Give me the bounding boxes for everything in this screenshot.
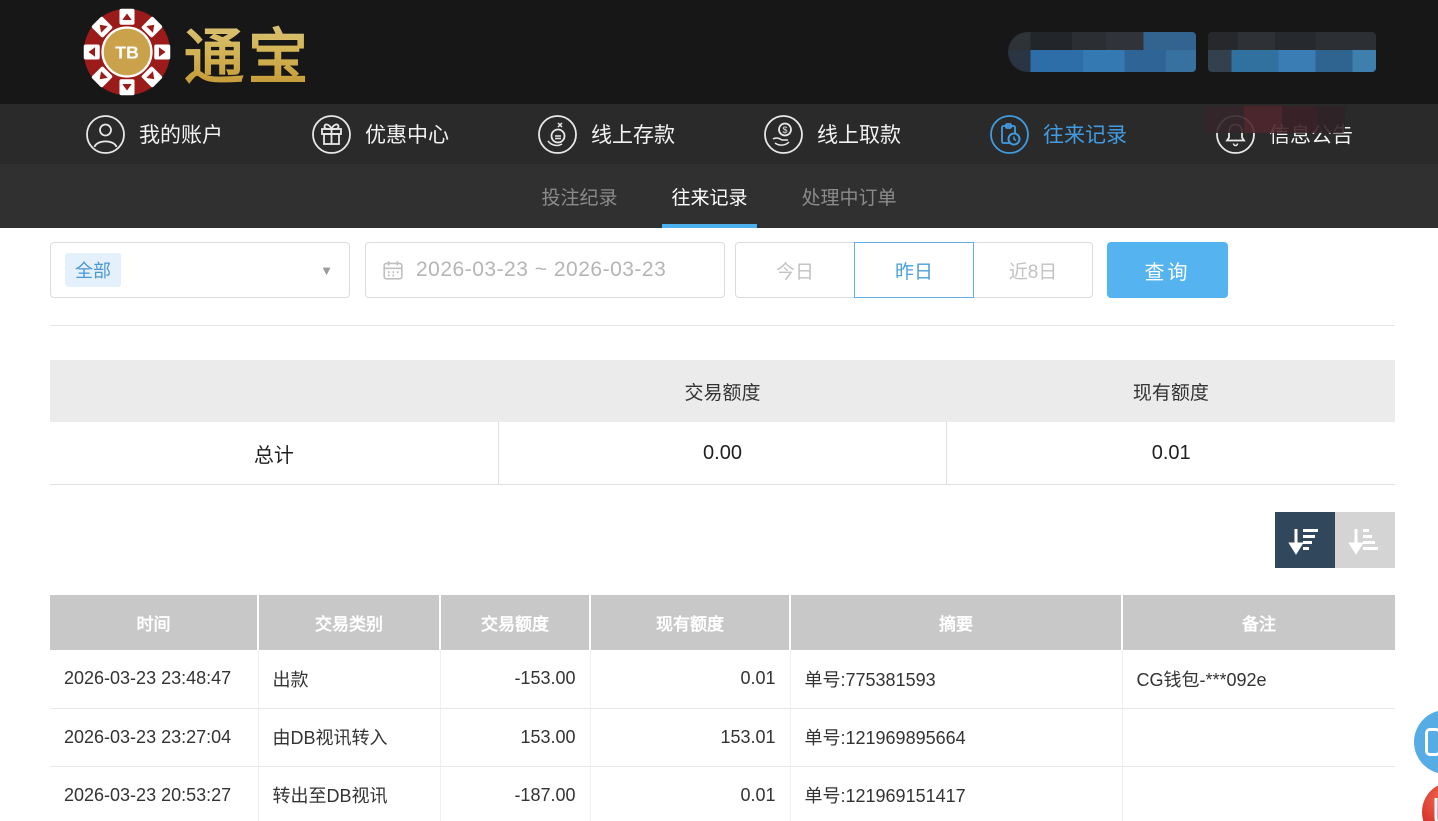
cell-summary: 单号:121969895664 bbox=[790, 708, 1122, 766]
app-shortcut-button[interactable] bbox=[1422, 782, 1438, 821]
cell-type: 由DB视讯转入 bbox=[258, 708, 440, 766]
cell-amount: -153.00 bbox=[440, 650, 590, 708]
col-header-time: 时间 bbox=[50, 595, 258, 650]
summary-total-row: 总计 0.00 0.01 bbox=[50, 422, 1395, 485]
nav-label: 往来记录 bbox=[1043, 119, 1127, 149]
record-tabbar: 投注纪录 往来记录 处理中订单 bbox=[0, 164, 1438, 228]
cell-type: 转出至DB视讯 bbox=[258, 766, 440, 821]
gift-icon bbox=[311, 114, 352, 155]
query-button[interactable]: 查询 bbox=[1107, 242, 1228, 298]
range-button-yesterday[interactable]: 昨日 bbox=[854, 242, 974, 298]
col-header-remark: 备注 bbox=[1122, 595, 1395, 650]
nav-label: 线上存款 bbox=[591, 119, 675, 149]
sort-descending-icon bbox=[1288, 523, 1322, 557]
cell-balance: 0.01 bbox=[590, 766, 790, 821]
sort-controls bbox=[1275, 512, 1395, 568]
nav-item-withdraw[interactable]: $ 线上取款 bbox=[763, 114, 901, 155]
cell-remark: CG钱包-***092e bbox=[1122, 650, 1395, 708]
date-range-value: 2026-03-23 ~ 2026-03-23 bbox=[416, 258, 666, 282]
nav-item-my-account[interactable]: 我的账户 bbox=[85, 114, 223, 155]
cell-amount: -187.00 bbox=[440, 766, 590, 821]
cell-time: 2026-03-23 20:53:27 bbox=[50, 766, 258, 821]
top-header: TB 通宝 bbox=[0, 0, 1438, 104]
table-row: 2026-03-23 23:27:04 由DB视讯转入 153.00 153.0… bbox=[50, 708, 1395, 766]
sort-descending-button[interactable] bbox=[1275, 512, 1335, 568]
withdraw-icon: $ bbox=[763, 114, 804, 155]
main-nav: 我的账户 优惠中心 线上存款 $ 线上取款 往来记录 bbox=[0, 104, 1438, 164]
cell-summary: 单号:775381593 bbox=[790, 650, 1122, 708]
sort-ascending-button[interactable] bbox=[1335, 512, 1395, 568]
cell-remark bbox=[1122, 766, 1395, 821]
summary-header-empty bbox=[50, 360, 498, 422]
sort-ascending-icon bbox=[1348, 523, 1382, 557]
brand-name: 通宝 bbox=[184, 9, 312, 96]
nav-item-records[interactable]: 往来记录 bbox=[989, 114, 1127, 155]
tab-processing-orders[interactable]: 处理中订单 bbox=[800, 164, 899, 228]
tab-betting-records[interactable]: 投注纪录 bbox=[539, 164, 619, 228]
chip-badge-text: TB bbox=[115, 43, 139, 63]
transactions-table: 时间 交易类别 交易额度 现有额度 摘要 备注 2026-03-23 23:48… bbox=[50, 595, 1395, 821]
table-header-row: 时间 交易类别 交易额度 现有额度 摘要 备注 bbox=[50, 595, 1395, 650]
user-icon bbox=[85, 114, 126, 155]
nav-label: 优惠中心 bbox=[365, 119, 449, 149]
blurred-balance bbox=[1208, 32, 1376, 72]
tab-transaction-records[interactable]: 往来记录 bbox=[669, 164, 749, 228]
blurred-username bbox=[1008, 32, 1196, 72]
app-logo-icon bbox=[1430, 796, 1438, 821]
date-range-input[interactable]: 2026-03-23 ~ 2026-03-23 bbox=[365, 242, 725, 298]
poker-chip-icon: TB bbox=[80, 5, 174, 99]
nav-label: 我的账户 bbox=[139, 119, 223, 149]
customer-service-button[interactable] bbox=[1414, 710, 1438, 774]
svg-text:$: $ bbox=[782, 125, 787, 135]
range-button-last8days[interactable]: 近8日 bbox=[973, 242, 1093, 298]
summary-header-transaction: 交易额度 bbox=[498, 360, 946, 422]
type-select-value: 全部 bbox=[65, 253, 121, 287]
cell-balance: 153.01 bbox=[590, 708, 790, 766]
col-header-amount: 交易额度 bbox=[440, 595, 590, 650]
deposit-icon bbox=[537, 114, 578, 155]
section-divider bbox=[50, 325, 1395, 326]
summary-total-label: 总计 bbox=[50, 422, 499, 484]
calendar-icon bbox=[382, 259, 404, 281]
col-header-type: 交易类别 bbox=[258, 595, 440, 650]
summary-header-row: 交易额度 现有额度 bbox=[50, 360, 1395, 422]
table-row: 2026-03-23 23:48:47 出款 -153.00 0.01 单号:7… bbox=[50, 650, 1395, 708]
type-select[interactable]: 全部 ▼ bbox=[50, 242, 350, 298]
nav-label: 线上取款 bbox=[817, 119, 901, 149]
summary-header-balance: 现有额度 bbox=[947, 360, 1395, 422]
cell-type: 出款 bbox=[258, 650, 440, 708]
cell-time: 2026-03-23 23:48:47 bbox=[50, 650, 258, 708]
table-row: 2026-03-23 20:53:27 转出至DB视讯 -187.00 0.01… bbox=[50, 766, 1395, 821]
nav-item-promotions[interactable]: 优惠中心 bbox=[311, 114, 449, 155]
cell-remark bbox=[1122, 708, 1395, 766]
quick-range-group: 今日 昨日 近8日 bbox=[735, 242, 1093, 298]
col-header-balance: 现有额度 bbox=[590, 595, 790, 650]
cell-amount: 153.00 bbox=[440, 708, 590, 766]
col-header-summary: 摘要 bbox=[790, 595, 1122, 650]
range-button-today[interactable]: 今日 bbox=[735, 242, 855, 298]
chevron-down-icon: ▼ bbox=[320, 263, 333, 278]
brand-logo[interactable]: TB 通宝 bbox=[80, 5, 312, 99]
summary-table: 交易额度 现有额度 总计 0.00 0.01 bbox=[50, 360, 1395, 485]
nav-item-deposit[interactable]: 线上存款 bbox=[537, 114, 675, 155]
records-icon bbox=[989, 114, 1030, 155]
blurred-patch bbox=[1205, 106, 1345, 133]
cell-summary: 单号:121969151417 bbox=[790, 766, 1122, 821]
cell-time: 2026-03-23 23:27:04 bbox=[50, 708, 258, 766]
chat-device-icon bbox=[1425, 728, 1438, 756]
summary-transaction-total: 0.00 bbox=[499, 422, 948, 484]
cell-balance: 0.01 bbox=[590, 650, 790, 708]
summary-balance-total: 0.01 bbox=[947, 422, 1395, 484]
